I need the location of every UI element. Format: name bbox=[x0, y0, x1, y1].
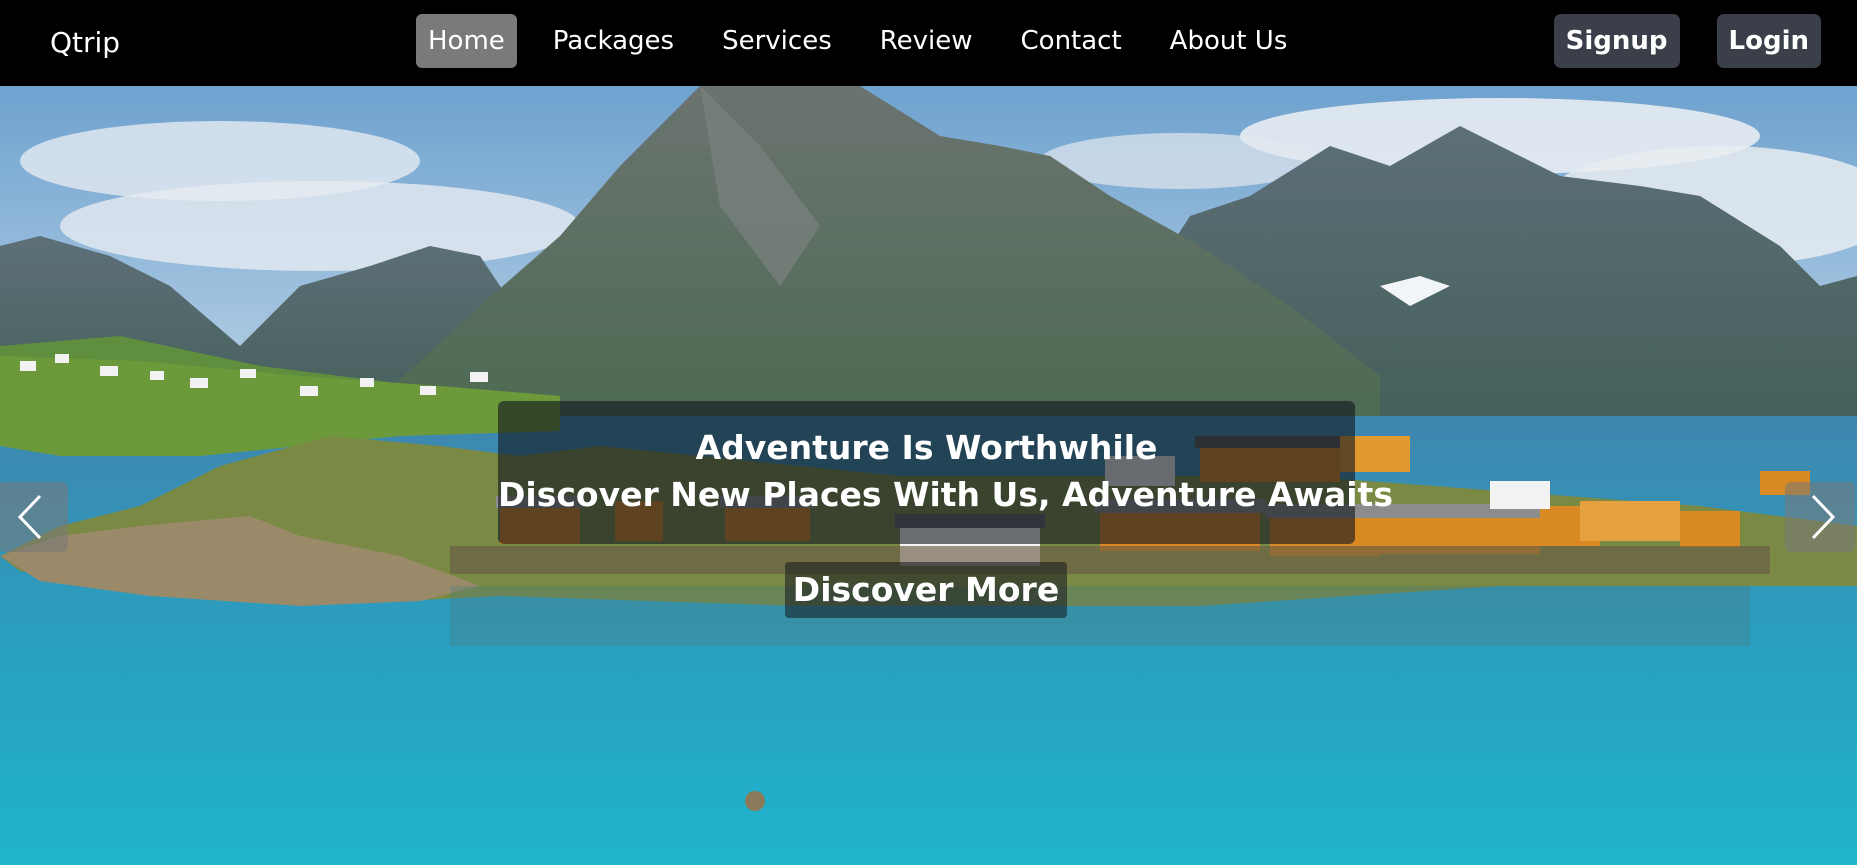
hero-caption: Adventure Is Worthwhile Discover New Pla… bbox=[498, 401, 1393, 544]
carousel-prev-button[interactable] bbox=[0, 482, 68, 552]
nav-link-review[interactable]: Review bbox=[868, 14, 985, 68]
chevron-left-icon bbox=[17, 494, 42, 540]
hero-heading: Adventure Is Worthwhile bbox=[695, 428, 1158, 467]
nav-link-services[interactable]: Services bbox=[710, 14, 844, 68]
discover-more-button[interactable]: Discover More bbox=[785, 562, 1067, 618]
nav-link-home[interactable]: Home bbox=[416, 14, 517, 68]
carousel-next-button[interactable] bbox=[1785, 482, 1855, 552]
nav-link-packages[interactable]: Packages bbox=[541, 14, 686, 68]
nav-links: Home Packages Services Review Contact Ab… bbox=[416, 14, 1323, 68]
login-button[interactable]: Login bbox=[1716, 14, 1821, 68]
brand-logo[interactable]: Qtrip bbox=[50, 0, 120, 86]
nav-link-contact[interactable]: Contact bbox=[1009, 14, 1134, 68]
nav-link-about-us[interactable]: About Us bbox=[1158, 14, 1300, 68]
chevron-right-icon bbox=[1811, 494, 1836, 540]
signup-button[interactable]: Signup bbox=[1553, 14, 1680, 68]
hero-carousel: Adventure Is Worthwhile Discover New Pla… bbox=[0, 86, 1857, 865]
navbar: Qtrip Home Packages Services Review Cont… bbox=[0, 0, 1857, 86]
page: Qtrip Home Packages Services Review Cont… bbox=[0, 0, 1857, 865]
auth-buttons: Signup Login bbox=[1553, 14, 1821, 68]
hero-subheading: Discover New Places With Us, Adventure A… bbox=[498, 475, 1393, 514]
